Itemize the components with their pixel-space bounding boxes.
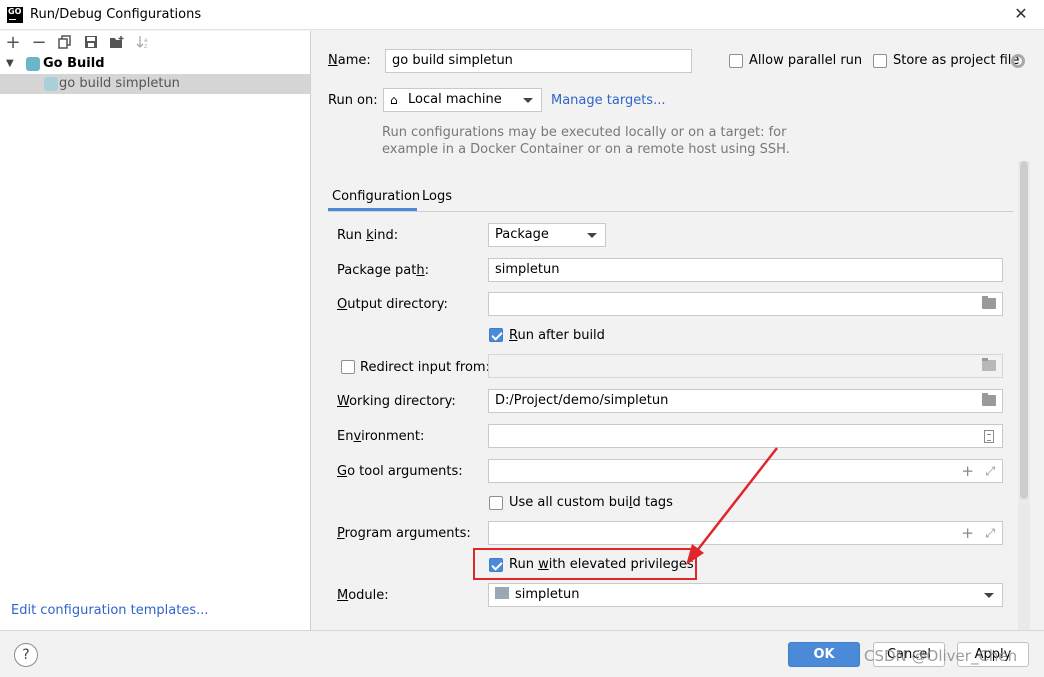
new-folder-icon[interactable]: [109, 34, 125, 50]
document-icon[interactable]: [984, 430, 994, 443]
gopher-icon: [26, 57, 40, 71]
run-after-build-checkbox[interactable]: [489, 328, 503, 342]
store-as-project-checkbox[interactable]: [873, 54, 887, 68]
scrollbar-thumb[interactable]: [1020, 161, 1028, 499]
name-label: Name:: [328, 53, 371, 68]
allow-parallel-label[interactable]: Allow parallel run: [749, 53, 862, 68]
save-icon[interactable]: [83, 34, 99, 50]
run-on-select[interactable]: ⌂ Local machine: [383, 88, 542, 112]
run-kind-value: Package: [495, 227, 549, 242]
add-icon[interactable]: +: [5, 32, 21, 53]
remove-icon[interactable]: −: [31, 32, 47, 53]
working-directory-label: Working directory:: [337, 394, 456, 409]
run-on-label: Run on:: [328, 93, 378, 108]
module-select[interactable]: simpletun: [488, 583, 1003, 607]
redirect-input-label[interactable]: Redirect input from:: [360, 360, 490, 375]
output-directory-label: Output directory:: [337, 297, 448, 312]
chevron-down-icon: [523, 98, 533, 103]
tree-toolbar: + − az: [0, 31, 311, 54]
store-as-project-label[interactable]: Store as project file: [893, 53, 1019, 68]
svg-text:z: z: [144, 43, 147, 49]
edit-templates-link[interactable]: Edit configuration templates...: [11, 603, 209, 618]
run-on-value: Local machine: [408, 92, 502, 107]
run-kind-label: Run kind:: [337, 228, 399, 243]
module-icon: [495, 587, 509, 599]
output-directory-field[interactable]: [488, 292, 1003, 316]
close-icon[interactable]: ✕: [1010, 3, 1032, 25]
gear-icon[interactable]: [1011, 54, 1025, 68]
expand-icon[interactable]: ⤢: [985, 522, 995, 544]
tree-item-go-build-simpletun[interactable]: go build simpletun: [0, 74, 310, 94]
use-custom-tags-label[interactable]: Use all custom build tags: [509, 495, 673, 510]
run-on-hint: Run configurations may be executed local…: [382, 125, 790, 157]
gopher-icon: [44, 77, 58, 91]
chevron-down-icon[interactable]: ▼: [6, 54, 14, 74]
redirect-input-checkbox[interactable]: [341, 360, 355, 374]
dialog-button-bar: ? OK Cancel Apply CSDN @Oliver_Chen: [0, 630, 1044, 677]
chevron-down-icon: [984, 593, 994, 598]
module-value: simpletun: [515, 587, 580, 602]
name-field[interactable]: go build simpletun: [385, 49, 692, 73]
chevron-down-icon: [587, 233, 597, 238]
tree-item-label: go build simpletun: [59, 76, 180, 91]
goland-app-icon: GO: [7, 7, 23, 23]
use-custom-tags-checkbox[interactable]: [489, 496, 503, 510]
allow-parallel-checkbox[interactable]: [729, 54, 743, 68]
folder-icon[interactable]: [982, 393, 996, 406]
title-bar: GO Run/Debug Configurations ✕: [0, 0, 1044, 30]
plus-icon[interactable]: +: [961, 522, 974, 544]
working-directory-field[interactable]: D:/Project/demo/simpletun: [488, 389, 1003, 413]
run-kind-select[interactable]: Package: [488, 223, 606, 247]
run-after-build-label[interactable]: Run after build: [509, 328, 605, 343]
tree-group-go-build[interactable]: ▼ Go Build: [0, 54, 310, 74]
plus-icon[interactable]: +: [961, 460, 974, 482]
package-path-field[interactable]: simpletun: [488, 258, 1003, 282]
config-tree: ▼ Go Build go build simpletun: [0, 54, 310, 94]
program-arguments-label: Program arguments:: [337, 526, 471, 541]
working-directory-value: D:/Project/demo/simpletun: [495, 393, 669, 408]
environment-label: Environment:: [337, 429, 425, 444]
annotation-highlight-box: [473, 548, 697, 580]
expand-icon[interactable]: ⤢: [985, 460, 995, 482]
tree-group-label: Go Build: [43, 56, 105, 71]
go-tool-arguments-label: Go tool arguments:: [337, 464, 463, 479]
window-title: Run/Debug Configurations: [30, 7, 202, 22]
home-icon: ⌂: [390, 93, 398, 107]
folder-icon[interactable]: [982, 358, 996, 371]
help-icon[interactable]: ?: [14, 643, 38, 667]
module-label: Module:: [337, 588, 389, 603]
annotation-arrow: [686, 447, 778, 565]
tab-logs[interactable]: Logs: [418, 185, 458, 211]
tab-configuration[interactable]: Configuration: [328, 185, 420, 211]
ok-button[interactable]: OK: [788, 642, 860, 667]
sort-icon[interactable]: az: [135, 34, 151, 50]
vertical-scrollbar[interactable]: [1018, 161, 1030, 631]
redirect-input-field[interactable]: [488, 354, 1003, 378]
manage-targets-link[interactable]: Manage targets...: [551, 93, 665, 108]
copy-icon[interactable]: [57, 34, 73, 50]
config-tree-pane: + − az ▼ Go Build go build simpletun Edi…: [0, 31, 311, 630]
package-path-label: Package path:: [337, 263, 429, 278]
watermark: CSDN @Oliver_Chen: [864, 647, 1018, 665]
folder-icon[interactable]: [982, 296, 996, 309]
